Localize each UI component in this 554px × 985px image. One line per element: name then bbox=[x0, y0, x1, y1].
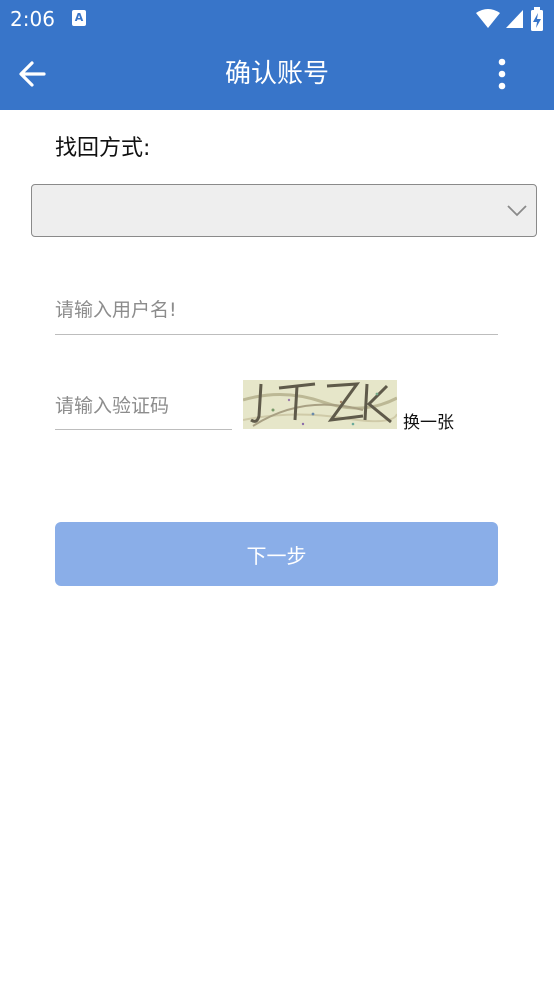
captcha-image[interactable] bbox=[243, 380, 397, 429]
captcha-input[interactable] bbox=[55, 386, 232, 426]
status-icons bbox=[476, 6, 544, 32]
app-bar: 确认账号 bbox=[0, 38, 554, 110]
username-field bbox=[55, 290, 498, 335]
page-title: 确认账号 bbox=[224, 59, 329, 89]
screen: 2:06 A 确认账号 找回方式: 请输入用户名! 请输入验证码 换一张 下一步 bbox=[0, 0, 554, 985]
more-vert-icon[interactable] bbox=[490, 58, 514, 90]
recovery-method-select[interactable] bbox=[31, 184, 537, 237]
username-input[interactable] bbox=[55, 290, 498, 330]
signal-icon bbox=[506, 10, 523, 28]
refresh-captcha-link[interactable]: 换一张 bbox=[403, 412, 454, 434]
a-letter-icon: A bbox=[72, 10, 86, 26]
recovery-method-label: 找回方式: bbox=[55, 136, 151, 161]
status-time: 2:06 bbox=[10, 7, 55, 31]
chevron-down-icon bbox=[507, 205, 527, 217]
status-bar: 2:06 A bbox=[0, 0, 554, 38]
wifi-icon bbox=[476, 9, 500, 28]
next-button[interactable]: 下一步 bbox=[55, 522, 498, 586]
battery-charging-icon bbox=[531, 7, 543, 31]
captcha-field bbox=[55, 386, 232, 430]
